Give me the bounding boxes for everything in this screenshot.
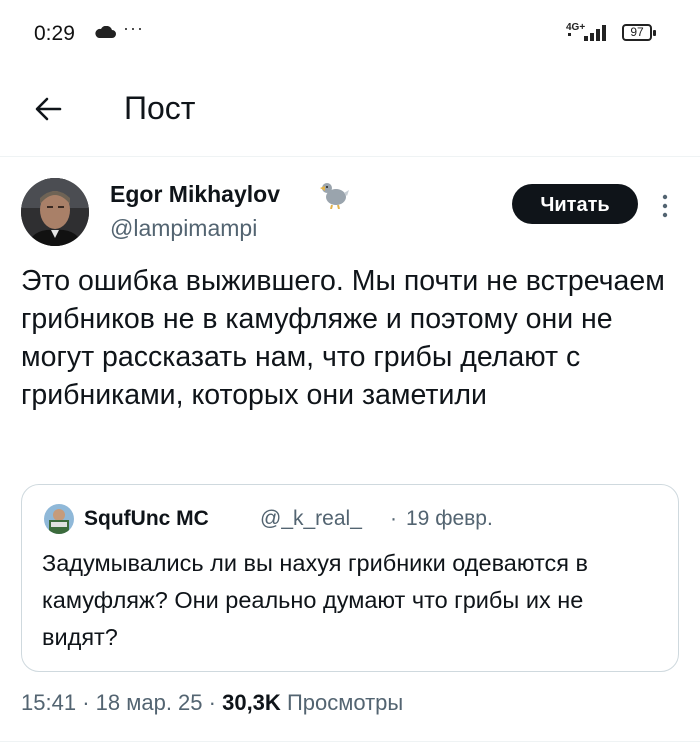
more-options-icon[interactable] [661, 193, 669, 219]
quote-date: 19 февр. [406, 507, 493, 530]
views-count[interactable]: 30,3K [222, 690, 281, 715]
status-time: 0:29 [34, 22, 75, 45]
network-type: 4G+ [566, 22, 585, 33]
header: Пост [0, 66, 700, 157]
page-title: Пост [124, 90, 196, 126]
quote-text: Задумывались ли вы нахуя грибники одеваю… [42, 550, 588, 650]
quote-avatar [44, 504, 74, 534]
status-bar: 0:29 ··· 4G+ 97 [0, 0, 700, 66]
meta-time: 15:41 [21, 690, 77, 715]
cloud-icon [94, 25, 116, 44]
meta-date: 18 мар. 25 [95, 690, 203, 715]
quote-author-handle: @_k_real_ [260, 507, 362, 530]
quote-author-name: SqufUnc MC [84, 507, 209, 530]
author-name[interactable]: Egor Mikhaylov [110, 181, 280, 208]
status-more-icon: ··· [123, 18, 144, 38]
meta-separator: · [82, 690, 90, 715]
tweet-text: Это ошибка выжившего. Мы почти не встреч… [21, 265, 665, 411]
battery-icon: 97 [622, 24, 656, 41]
divider [0, 741, 700, 742]
signal-icon: 4G+ [566, 20, 612, 49]
post-screen: 0:29 ··· 4G+ 97 Пост Egor Mikhaylov @lam… [0, 0, 700, 748]
avatar[interactable] [21, 178, 89, 246]
meta-separator: · [208, 690, 216, 715]
quote-separator: · [390, 507, 397, 530]
follow-button[interactable]: Читать [512, 184, 638, 224]
author-handle[interactable]: @lampimampi [110, 215, 257, 242]
views-label[interactable]: Просмотры [287, 690, 403, 715]
dodo-bird-icon [318, 179, 350, 214]
back-button[interactable] [30, 89, 70, 129]
arrow-left-icon [35, 97, 62, 121]
quoted-tweet[interactable]: SqufUnc MC @_k_real_ · 19 февр. Задумыва… [21, 484, 679, 672]
tweet-meta: 15:41 · 18 мар. 25 · 30,3K Просмотры [21, 690, 403, 716]
